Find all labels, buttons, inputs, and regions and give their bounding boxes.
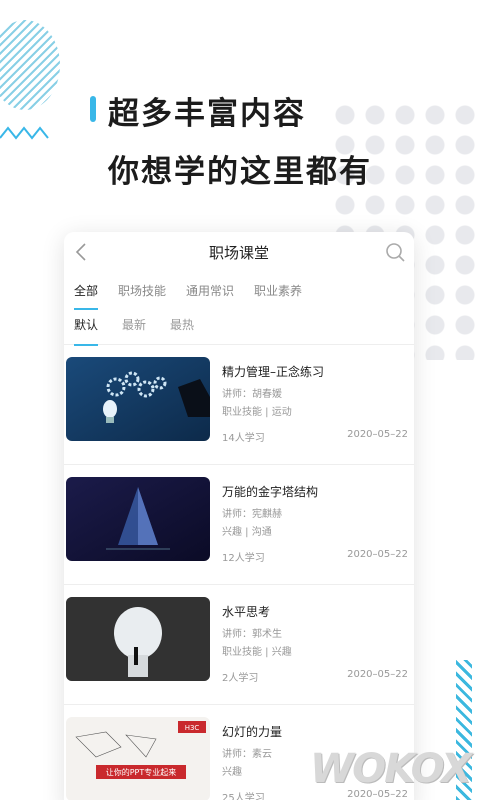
tab-general-knowledge[interactable]: 通用常识	[186, 282, 234, 306]
course-thumbnail-gears	[66, 357, 210, 441]
course-teacher: 讲师：宪麒赫	[222, 509, 282, 520]
course-thumbnail-pyramid	[66, 477, 210, 561]
phone-screen: 职场课堂 全部 职场技能 通用常识 职业素养 默认 最新 最热 精力管理–正念练…	[64, 232, 414, 800]
decorative-zigzag	[0, 126, 49, 140]
course-thumbnail-slides: 让你的PPT专业起来 H3C	[66, 717, 210, 800]
course-title: 精力管理–正念练习	[222, 365, 325, 379]
course-tags: 职业技能 | 运动	[222, 407, 292, 418]
sort-hottest[interactable]: 最热	[170, 316, 194, 340]
search-icon[interactable]	[384, 241, 406, 263]
course-tags: 兴趣 | 沟通	[222, 527, 272, 538]
course-date: 2020–05–22	[347, 429, 408, 440]
decorative-stripe-circle	[0, 20, 60, 110]
watermark-logo: WOKOX	[310, 746, 472, 792]
course-students: 2人学习	[222, 673, 259, 684]
sort-tabs: 默认 最新 最热	[64, 316, 414, 346]
course-students: 25人学习	[222, 793, 265, 800]
nav-bar: 职场课堂	[64, 232, 414, 272]
thumb-logo-text: H3C	[185, 724, 200, 732]
sort-default[interactable]: 默认	[74, 316, 99, 346]
course-date: 2020–05–22	[347, 549, 408, 560]
course-item[interactable]: 水平思考 讲师：郭术生 职业技能 | 兴趣 2人学习 2020–05–22	[64, 585, 414, 705]
course-date: 2020–05–22	[347, 669, 408, 680]
course-title: 幻灯的力量	[222, 725, 283, 739]
hero-title: 超多丰富内容	[108, 96, 306, 132]
page-title: 职场课堂	[208, 244, 269, 262]
course-item[interactable]: 精力管理–正念练习 讲师：胡春媛 职业技能 | 运动 14人学习 2020–05…	[64, 345, 414, 465]
course-title: 水平思考	[222, 605, 271, 619]
tab-workplace-skills[interactable]: 职场技能	[118, 282, 166, 306]
category-tabs: 全部 职场技能 通用常识 职业素养	[64, 282, 414, 310]
sort-newest[interactable]: 最新	[122, 316, 146, 340]
course-students: 14人学习	[222, 433, 265, 444]
course-thumbnail-lightbulb	[66, 597, 210, 681]
tab-all[interactable]: 全部	[74, 282, 99, 310]
hero-accent-bar	[90, 96, 96, 122]
course-tags: 职业技能 | 兴趣	[222, 647, 292, 658]
course-tags: 兴趣	[222, 767, 242, 778]
course-title: 万能的金字塔结构	[222, 485, 319, 499]
course-teacher: 讲师：胡春媛	[222, 389, 282, 400]
tab-professional-quality[interactable]: 职业素养	[254, 282, 302, 306]
course-teacher: 讲师：素云	[222, 749, 272, 760]
thumb-banner-text: 让你的PPT专业起来	[106, 767, 177, 777]
course-students: 12人学习	[222, 553, 265, 564]
hero-subtitle: 你想学的这里都有	[108, 154, 372, 190]
course-item[interactable]: 万能的金字塔结构 讲师：宪麒赫 兴趣 | 沟通 12人学习 2020–05–22	[64, 465, 414, 585]
course-teacher: 讲师：郭术生	[222, 629, 282, 640]
